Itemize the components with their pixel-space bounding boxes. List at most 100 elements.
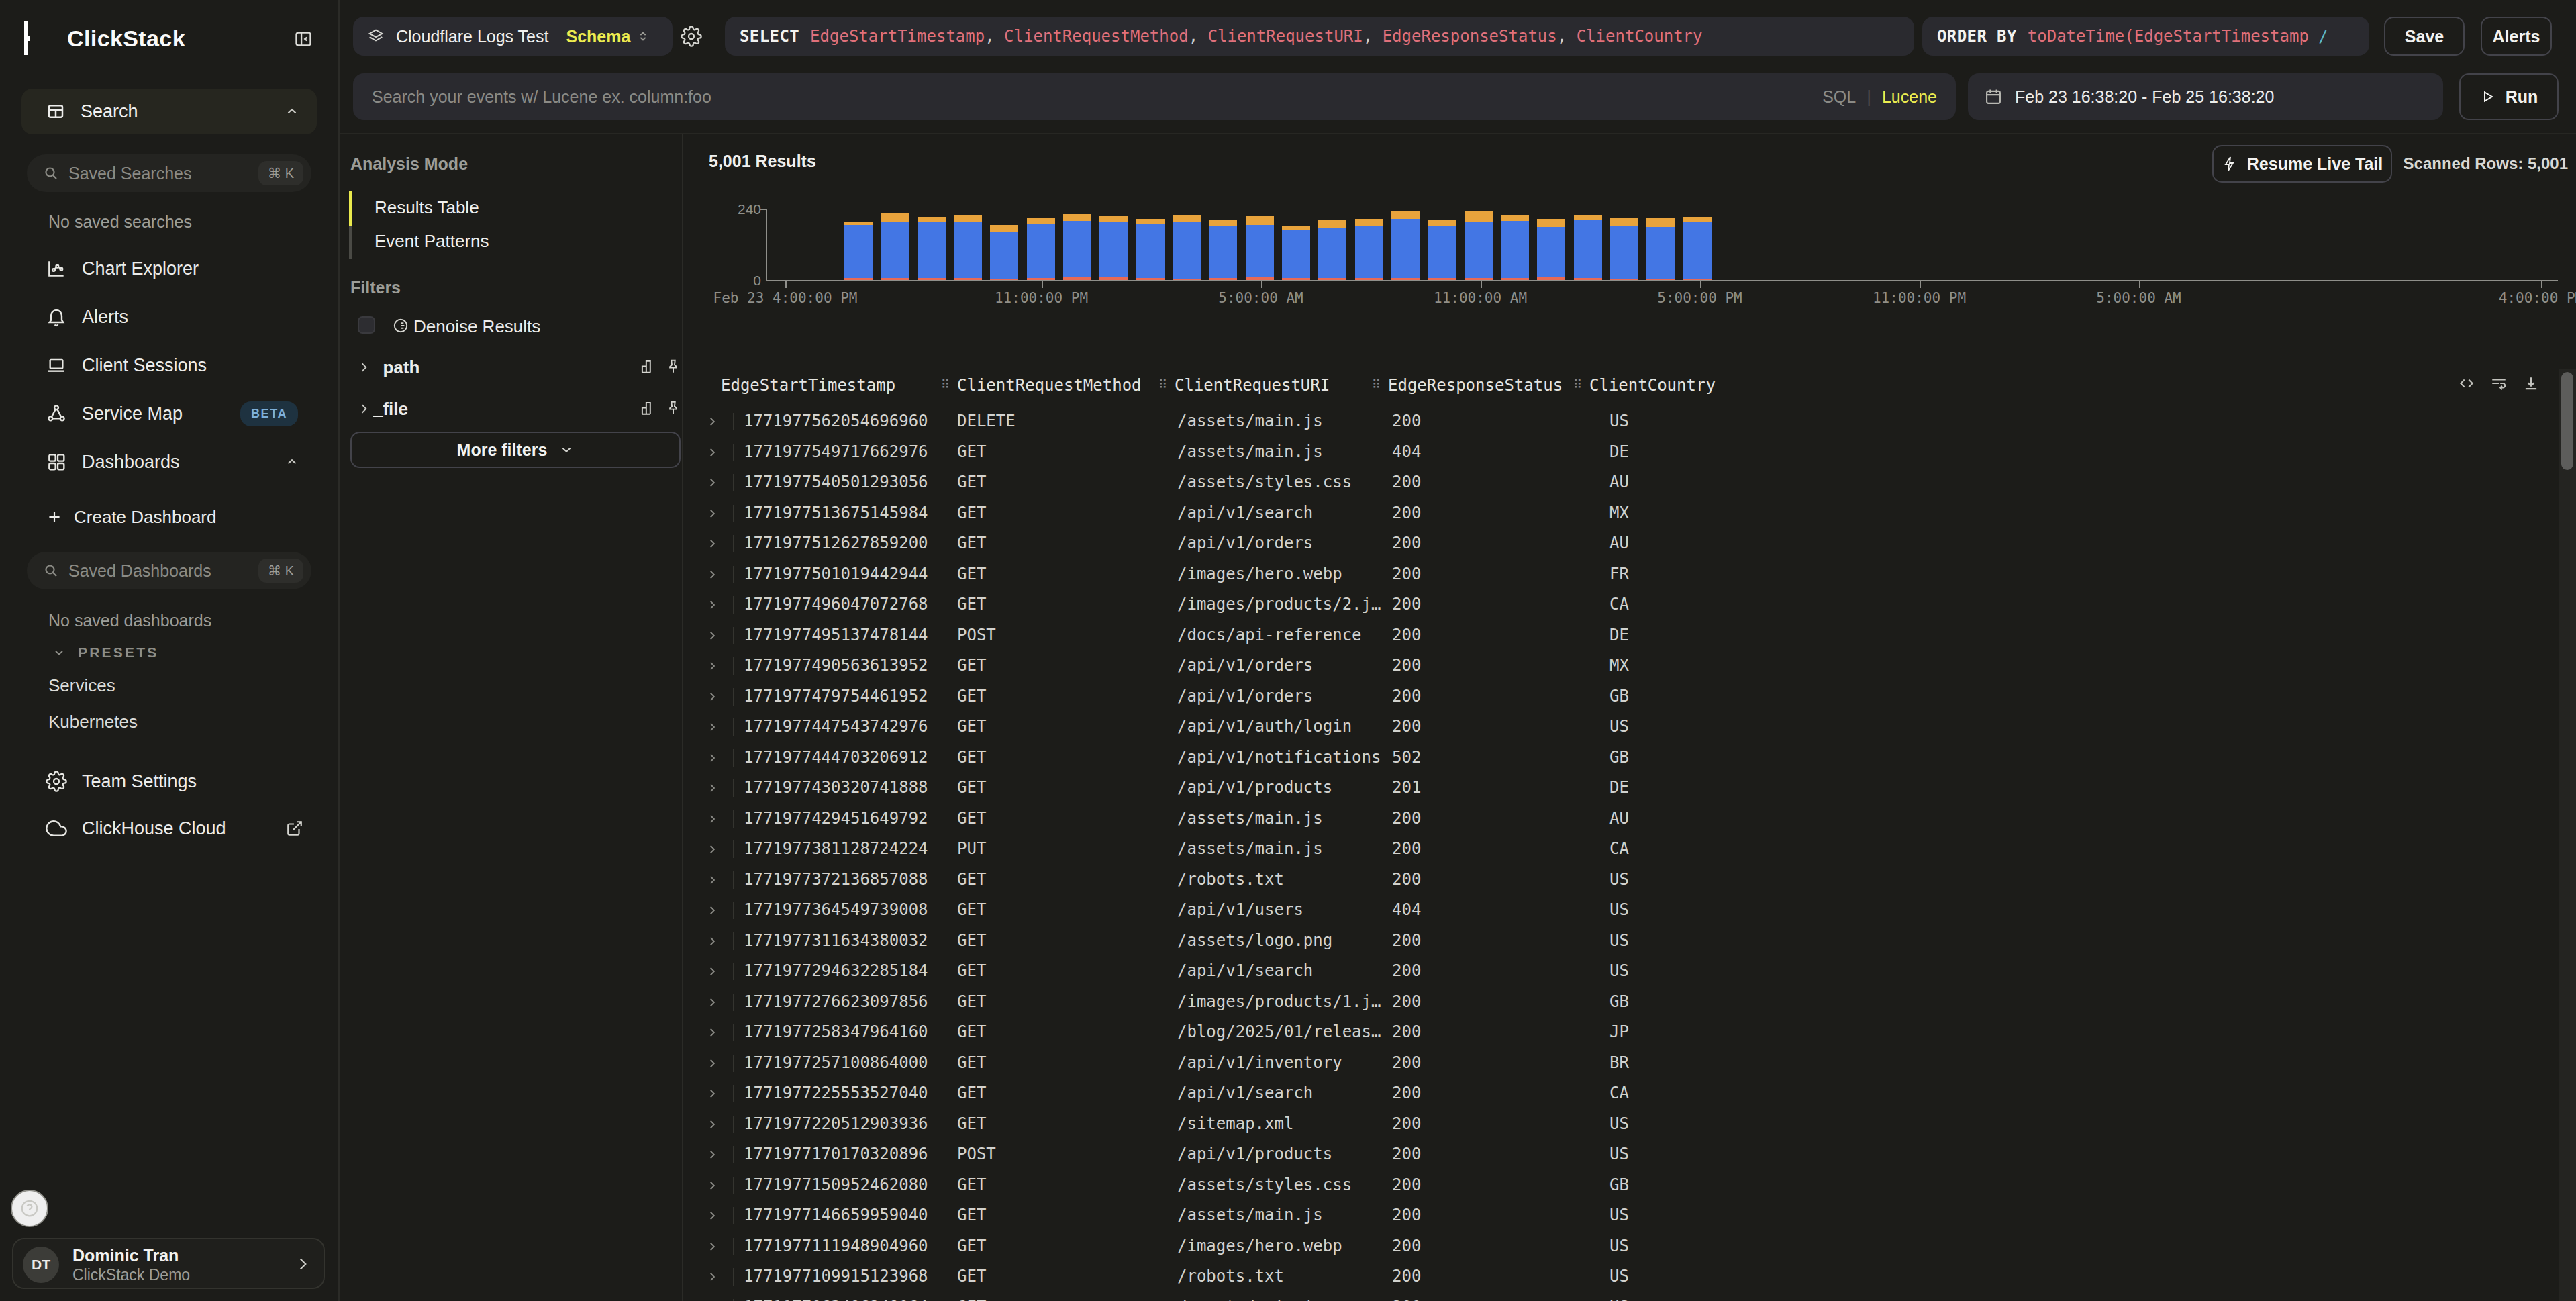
row-expand-chevron-icon[interactable] — [706, 874, 718, 886]
histogram-bar[interactable] — [1683, 217, 1712, 280]
histogram-bar[interactable] — [954, 215, 982, 280]
histogram-bar[interactable] — [1209, 220, 1237, 281]
histogram-bar[interactable] — [1646, 218, 1675, 280]
user-card[interactable]: DT Dominic Tran ClickStack Demo — [12, 1238, 325, 1289]
histogram-bar[interactable] — [1501, 215, 1529, 280]
row-expand-chevron-icon[interactable] — [706, 935, 718, 947]
row-expand-chevron-icon[interactable] — [706, 1088, 718, 1100]
row-expand-chevron-icon[interactable] — [706, 660, 718, 672]
table-row[interactable]: 1771977479754461952GET/api/v1/orders200G… — [683, 681, 2563, 712]
table-row[interactable]: 1771977276623097856GET/images/products/1… — [683, 987, 2563, 1018]
sidebar-item-client-sessions[interactable]: Client Sessions — [21, 341, 317, 389]
table-row[interactable]: 1771977490563613952GET/api/v1/orders200M… — [683, 650, 2563, 681]
table-row[interactable]: 1771977258347964160GET/blog/2025/01/rele… — [683, 1017, 2563, 1048]
table-row[interactable]: 1771977146659959040GET/assets/main.js200… — [683, 1200, 2563, 1231]
table-row[interactable]: 1771977170170320896POST/api/v1/products2… — [683, 1139, 2563, 1170]
row-expand-chevron-icon[interactable] — [706, 813, 718, 825]
save-button[interactable]: Save — [2384, 17, 2465, 56]
histogram-bar[interactable] — [1063, 214, 1091, 281]
table-row[interactable]: 1771977430320741888GET/api/v1/products20… — [683, 773, 2563, 804]
wrap-text-icon[interactable] — [2490, 375, 2508, 392]
row-expand-chevron-icon[interactable] — [706, 1149, 718, 1161]
table-row[interactable]: 1771977444703206912GET/api/v1/notificati… — [683, 742, 2563, 773]
histogram-bar[interactable] — [1428, 220, 1456, 280]
table-row[interactable]: 1771977294632285184GET/api/v1/search200U… — [683, 956, 2563, 987]
mode-event-patterns[interactable]: Event Patterns — [375, 231, 489, 252]
language-toggle-sql[interactable]: SQL — [1822, 87, 1856, 107]
column-header[interactable]: ClientCountry — [1589, 376, 1716, 395]
row-expand-chevron-icon[interactable] — [706, 630, 718, 642]
schema-toggle[interactable]: Schema — [566, 27, 630, 46]
table-row[interactable]: 1771977501019442944GET/images/hero.webp2… — [683, 559, 2563, 590]
preset-services[interactable]: Services — [48, 675, 115, 696]
table-row[interactable]: 1771977364549739008GET/api/v1/users404US — [683, 895, 2563, 926]
denoise-label[interactable]: Denoise Results — [413, 316, 540, 337]
histogram-bar[interactable] — [1136, 219, 1165, 280]
column-header[interactable]: EdgeResponseStatus — [1388, 376, 1563, 395]
column-drag-handle-icon[interactable]: ⠿ — [941, 377, 950, 392]
preset-kubernetes[interactable]: Kubernetes — [48, 712, 138, 732]
histogram-bar[interactable] — [1246, 216, 1274, 281]
column-drag-handle-icon[interactable]: ⠿ — [1158, 377, 1167, 392]
table-row[interactable]: 1771977111948904960GET/images/hero.webp2… — [683, 1231, 2563, 1262]
orderby-clause-editor[interactable]: ORDER BY toDateTime(EdgeStartTimestamp / — [1922, 17, 2369, 56]
row-expand-chevron-icon[interactable] — [706, 1179, 718, 1192]
denoise-checkbox[interactable] — [358, 316, 375, 334]
histogram-bar[interactable] — [1282, 226, 1310, 280]
table-row[interactable]: 1771977063496248064GET/assets/main.js200… — [683, 1292, 2563, 1301]
select-clause-editor[interactable]: SELECT EdgeStartTimestamp, ClientRequest… — [725, 17, 1914, 56]
mode-results-table[interactable]: Results Table — [375, 197, 479, 218]
chevron-up-icon[interactable] — [285, 104, 299, 119]
scrollbar-thumb[interactable] — [2561, 372, 2573, 470]
row-expand-chevron-icon[interactable] — [706, 721, 718, 733]
saved-searches-input[interactable]: Saved Searches ⌘ K — [27, 154, 311, 192]
histogram-bar[interactable] — [881, 213, 909, 280]
histogram-bar[interactable] — [1173, 215, 1201, 280]
histogram-bar[interactable] — [1099, 216, 1128, 281]
source-settings-gear-icon[interactable] — [681, 26, 702, 47]
row-expand-chevron-icon[interactable] — [706, 843, 718, 855]
histogram-bar[interactable] — [1574, 215, 1602, 280]
table-row[interactable]: 1771977372136857088GET/robots.txt200US — [683, 865, 2563, 896]
table-row[interactable]: 1771977429451649792GET/assets/main.js200… — [683, 804, 2563, 834]
filter-field-path[interactable]: _path — [340, 356, 683, 378]
language-toggle-lucene[interactable]: Lucene — [1882, 87, 1937, 107]
table-row[interactable]: 1771977513675145984GET/api/v1/search200M… — [683, 498, 2563, 529]
histogram-bar[interactable] — [1391, 211, 1420, 280]
run-button[interactable]: Run — [2459, 73, 2559, 120]
row-expand-chevron-icon[interactable] — [706, 569, 718, 581]
row-expand-chevron-icon[interactable] — [706, 446, 718, 459]
histogram-bars[interactable] — [683, 134, 2576, 280]
sidebar-collapse-icon[interactable] — [294, 30, 313, 48]
presets-section-toggle[interactable]: PRESETS — [52, 644, 158, 661]
saved-dashboards-input[interactable]: Saved Dashboards ⌘ K — [27, 552, 311, 589]
table-row[interactable]: 1771977562054696960DELETE/assets/main.js… — [683, 406, 2563, 437]
row-expand-chevron-icon[interactable] — [706, 996, 718, 1008]
sidebar-item-clickhouse-cloud[interactable]: ClickHouse Cloud — [21, 808, 317, 849]
table-row[interactable]: 1771977512627859200GET/api/v1/orders200A… — [683, 528, 2563, 559]
source-selector[interactable]: Cloudflare Logs Test Schema — [353, 17, 673, 56]
row-expand-chevron-icon[interactable] — [706, 782, 718, 794]
row-expand-chevron-icon[interactable] — [706, 1241, 718, 1253]
sidebar-item-team-settings[interactable]: Team Settings — [21, 761, 317, 802]
filter-field-file[interactable]: _file — [340, 398, 683, 420]
sidebar-item-chart-explorer[interactable]: Chart Explorer — [21, 244, 317, 293]
histogram-bar[interactable] — [1318, 220, 1346, 281]
row-expand-chevron-icon[interactable] — [706, 1271, 718, 1283]
row-expand-chevron-icon[interactable] — [706, 752, 718, 764]
table-row[interactable]: 1771977540501293056GET/assets/styles.css… — [683, 467, 2563, 498]
chevron-up-icon[interactable] — [285, 454, 299, 469]
histogram-bar[interactable] — [990, 225, 1018, 280]
sidebar-item-alerts[interactable]: Alerts — [21, 293, 317, 341]
download-icon[interactable] — [2522, 375, 2540, 392]
column-drag-handle-icon[interactable]: ⠿ — [1372, 377, 1381, 392]
alerts-button[interactable]: Alerts — [2481, 17, 2552, 56]
more-filters-button[interactable]: More filters — [350, 432, 681, 468]
row-expand-chevron-icon[interactable] — [706, 599, 718, 611]
row-expand-chevron-icon[interactable] — [706, 1210, 718, 1222]
row-expand-chevron-icon[interactable] — [706, 1026, 718, 1039]
field-pin-icon[interactable] — [664, 399, 682, 417]
field-chart-icon[interactable] — [639, 358, 656, 375]
code-view-icon[interactable] — [2458, 375, 2475, 392]
histogram-bar[interactable] — [1355, 219, 1383, 281]
